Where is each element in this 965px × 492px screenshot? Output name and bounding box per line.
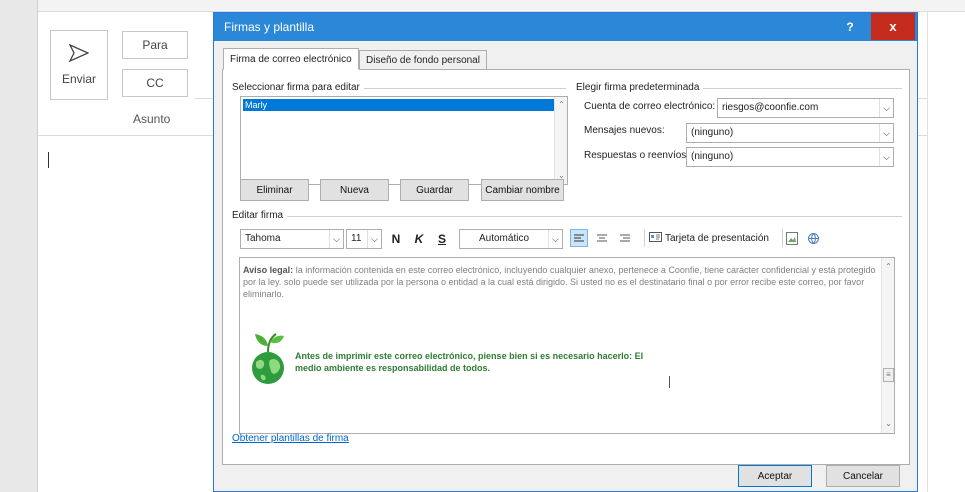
chevron-down-icon: ⌵ bbox=[879, 99, 893, 117]
to-button[interactable]: Para bbox=[122, 31, 188, 59]
business-card-icon bbox=[649, 231, 662, 245]
signature-editor[interactable]: Aviso legal: la información contenida en… bbox=[239, 257, 895, 434]
size-select[interactable]: 11 ⌵ bbox=[346, 229, 382, 249]
cc-button[interactable]: CC bbox=[122, 69, 188, 97]
save-button-label: Guardar bbox=[416, 184, 453, 196]
editor-scrollbar[interactable]: ⌃ ≡ ⌄ bbox=[881, 258, 894, 433]
signatures-dialog: Firmas y plantilla ? x Firma de correo e… bbox=[213, 12, 918, 492]
chevron-down-icon: ⌵ bbox=[367, 230, 381, 248]
signature-list[interactable]: Marly ⌃ ⌄ bbox=[240, 96, 568, 185]
new-button[interactable]: Nueva bbox=[320, 179, 389, 201]
legal-notice-prefix: Aviso legal: bbox=[243, 265, 294, 275]
business-card-button[interactable]: Tarjeta de presentación bbox=[644, 229, 774, 247]
bold-button[interactable]: N bbox=[387, 230, 405, 248]
business-card-label: Tarjeta de presentación bbox=[665, 232, 769, 244]
align-left-icon[interactable] bbox=[570, 229, 588, 247]
replies-label: Respuestas o reenvíos: bbox=[584, 150, 690, 161]
scroll-down-icon[interactable]: ⌄ bbox=[883, 418, 894, 430]
size-value: 11 bbox=[351, 233, 362, 244]
new-messages-value: (ninguno) bbox=[691, 127, 734, 138]
new-messages-label: Mensajes nuevos: bbox=[584, 125, 665, 136]
replies-select[interactable]: (ninguno) ⌵ bbox=[686, 147, 894, 167]
chevron-down-icon: ⌵ bbox=[329, 230, 343, 248]
left-panel bbox=[0, 0, 38, 492]
legal-notice-text: la información contenida en este correo … bbox=[243, 265, 876, 299]
color-select[interactable]: Automático ⌵ bbox=[459, 229, 563, 249]
chevron-down-icon: ⌵ bbox=[879, 124, 893, 142]
edit-group-line bbox=[232, 216, 902, 217]
scroll-thumb[interactable]: ≡ bbox=[883, 368, 894, 382]
eco-earth-icon bbox=[246, 330, 290, 386]
default-signature-group-label: Elegir firma predeterminada bbox=[576, 82, 704, 93]
edit-signature-group-label: Editar firma bbox=[232, 210, 288, 221]
signature-list-scrollbar[interactable]: ⌃ ⌄ bbox=[554, 97, 567, 184]
get-templates-link[interactable]: Obtener plantillas de firma bbox=[232, 433, 349, 444]
send-button[interactable]: Enviar bbox=[50, 30, 108, 100]
signature-list-item[interactable]: Marly bbox=[243, 99, 554, 111]
tab-email-signature-label: Firma de correo electrónico bbox=[230, 53, 352, 65]
select-signature-group-label: Seleccionar firma para editar bbox=[232, 82, 364, 93]
legal-notice: Aviso legal: la información contenida en… bbox=[243, 264, 876, 300]
help-button[interactable]: ? bbox=[831, 13, 869, 40]
replies-value: (ninguno) bbox=[691, 151, 734, 162]
body-caret[interactable] bbox=[48, 152, 49, 168]
eco-message: Antes de imprimir este correo electrónic… bbox=[295, 350, 695, 374]
cancel-button-label: Cancelar bbox=[842, 470, 884, 482]
send-icon bbox=[69, 44, 89, 62]
account-label: Cuenta de correo electrónico: bbox=[584, 101, 716, 112]
dialog-titlebar[interactable]: Firmas y plantilla bbox=[214, 13, 917, 41]
editor-caret bbox=[669, 376, 670, 388]
tab-personal-stationery-label: Diseño de fondo personal bbox=[366, 54, 480, 66]
eco-message-line-2: medio ambiente es responsabilidad de tod… bbox=[295, 363, 491, 373]
new-messages-select[interactable]: (ninguno) ⌵ bbox=[686, 123, 894, 143]
tab-personal-stationery[interactable]: Diseño de fondo personal bbox=[359, 50, 487, 70]
dialog-title: Firmas y plantilla bbox=[224, 20, 315, 34]
account-select[interactable]: riesgos@coonfie.com ⌵ bbox=[717, 98, 894, 118]
delete-button[interactable]: Eliminar bbox=[240, 179, 309, 201]
italic-button[interactable]: K bbox=[410, 230, 428, 248]
accept-button[interactable]: Aceptar bbox=[738, 465, 812, 487]
tab-email-signature[interactable]: Firma de correo electrónico bbox=[223, 48, 359, 70]
right-divider bbox=[927, 12, 928, 492]
accept-button-label: Aceptar bbox=[757, 470, 793, 482]
underline-button[interactable]: S bbox=[433, 230, 451, 248]
hyperlink-icon[interactable] bbox=[804, 229, 822, 247]
rename-button[interactable]: Cambiar nombre bbox=[481, 179, 564, 201]
scroll-up-icon[interactable]: ⌃ bbox=[556, 99, 567, 111]
save-button[interactable]: Guardar bbox=[400, 179, 469, 201]
chevron-down-icon: ⌵ bbox=[879, 148, 893, 166]
top-ribbon-edge bbox=[38, 0, 965, 12]
new-button-label: Nueva bbox=[340, 184, 369, 196]
account-value: riesgos@coonfie.com bbox=[722, 102, 819, 113]
font-value: Tahoma bbox=[245, 233, 281, 244]
delete-button-label: Eliminar bbox=[256, 184, 293, 196]
color-value: Automático bbox=[478, 233, 530, 244]
send-label: Enviar bbox=[61, 72, 96, 86]
insert-picture-icon[interactable] bbox=[782, 229, 800, 247]
rename-button-label: Cambiar nombre bbox=[485, 184, 560, 196]
cancel-button[interactable]: Cancelar bbox=[826, 465, 900, 487]
font-select[interactable]: Tahoma ⌵ bbox=[240, 229, 344, 249]
close-button[interactable]: x bbox=[871, 13, 915, 40]
eco-message-line-1: Antes de imprimir este correo electrónic… bbox=[295, 351, 644, 361]
chevron-down-icon: ⌵ bbox=[548, 230, 562, 248]
align-center-icon[interactable] bbox=[593, 229, 611, 247]
scroll-up-icon[interactable]: ⌃ bbox=[883, 261, 894, 273]
subject-label: Asunto bbox=[133, 112, 171, 126]
align-right-icon[interactable] bbox=[616, 229, 634, 247]
